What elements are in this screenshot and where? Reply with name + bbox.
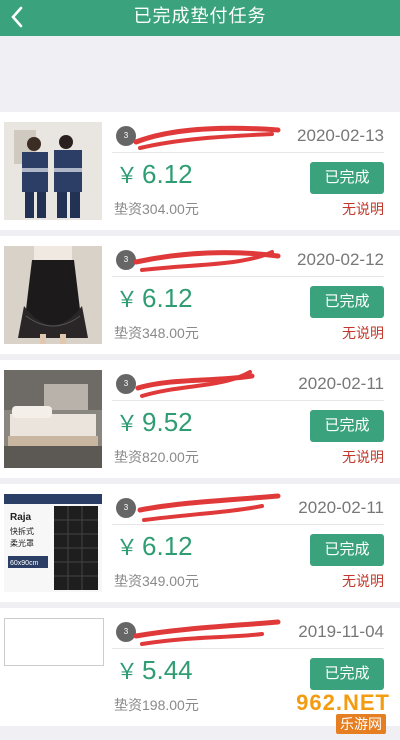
divider xyxy=(112,400,384,401)
status-button[interactable]: 已完成 xyxy=(310,534,384,566)
currency-symbol: ￥ xyxy=(116,163,139,188)
status-button[interactable]: 已完成 xyxy=(310,162,384,194)
status-button[interactable]: 已完成 xyxy=(310,658,384,690)
reward-amount: 6.12 xyxy=(142,283,193,313)
reward-amount: 5.44 xyxy=(142,655,193,685)
task-date: 2020-02-11 xyxy=(298,498,384,517)
advance-amount: 垫资348.00元 xyxy=(114,325,199,341)
thumb-brand: Raja xyxy=(10,512,32,523)
task-note: 无说明 xyxy=(342,325,384,341)
task-card[interactable]: 3 2020-02-11 ￥ 9.52 已完成 垫资820.00元 无说明 xyxy=(0,360,400,478)
advance-amount: 垫资820.00元 xyxy=(114,449,199,465)
task-list: 3 2020-02-13 ￥6.12 已完成 垫资304.00元 无说明 3 xyxy=(0,112,400,732)
thumb-caption: 快拆式 xyxy=(10,526,34,536)
site-watermark: 962.NET 乐游网 xyxy=(262,690,394,736)
redaction-scribble xyxy=(133,619,281,646)
task-reward: ￥ 6.12 xyxy=(116,282,193,314)
product-thumbnail xyxy=(4,122,102,220)
currency-symbol: ￥ xyxy=(116,411,139,436)
task-date: 2020-02-13 xyxy=(297,126,384,145)
divider xyxy=(112,648,384,649)
divider xyxy=(112,524,384,525)
divider xyxy=(112,152,384,153)
product-thumbnail xyxy=(4,370,102,468)
product-thumbnail: Raja 快拆式 柔光罩 60x90cm xyxy=(4,494,102,592)
reward-amount: 6.12 xyxy=(142,159,193,189)
page-title: 已完成垫付任务 xyxy=(133,6,267,26)
status-button[interactable]: 已完成 xyxy=(310,410,384,442)
header-spacer xyxy=(0,36,400,112)
redaction-scribble xyxy=(133,250,281,272)
advance-amount: 垫资198.00元 xyxy=(114,697,199,713)
watermark-number: 962.NET xyxy=(296,690,390,715)
task-reward: ￥ 9.52 xyxy=(116,406,193,438)
redaction-scribble xyxy=(133,125,281,150)
advance-amount: 垫资304.00元 xyxy=(114,201,199,217)
task-note: 无说明 xyxy=(342,449,384,465)
divider xyxy=(112,276,384,277)
task-date: 2020-02-12 xyxy=(297,250,384,269)
currency-symbol: ￥ xyxy=(116,659,139,684)
task-date: 2019-11-04 xyxy=(298,622,384,641)
status-button[interactable]: 已完成 xyxy=(310,286,384,318)
watermark-subtitle: 乐游网 xyxy=(336,714,386,734)
app-header: 已完成垫付任务 xyxy=(0,0,400,36)
currency-symbol: ￥ xyxy=(116,287,139,312)
task-note: 无说明 xyxy=(342,201,384,217)
redaction-scribble xyxy=(135,370,255,398)
task-reward: ￥ 6.12 xyxy=(116,530,193,562)
task-card[interactable]: 3 2020-02-12 ￥ 6.12 已完成 垫资348.00元 无说明 xyxy=(0,236,400,354)
reward-amount: 6.12 xyxy=(142,531,193,561)
task-reward: ￥ 6.12 xyxy=(116,158,193,190)
thumb-caption: 柔光罩 xyxy=(10,538,34,548)
task-card[interactable]: Raja 快拆式 柔光罩 60x90cm 3 2020-02-11 ￥ 6.12 … xyxy=(0,484,400,602)
currency-symbol: ￥ xyxy=(116,535,139,560)
thumb-size: 60x90cm xyxy=(10,560,39,567)
task-card[interactable]: 3 2020-02-13 ￥ 6.12 已完成 垫资304.00元 无说明 xyxy=(0,112,400,230)
task-note: 无说明 xyxy=(342,573,384,589)
broken-image-icon xyxy=(4,618,104,666)
product-thumbnail xyxy=(4,246,102,344)
reward-amount: 9.52 xyxy=(142,407,193,437)
redaction-scribble xyxy=(137,493,281,522)
task-reward: ￥ 5.44 xyxy=(116,654,193,686)
advance-amount: 垫资349.00元 xyxy=(114,573,199,589)
task-date: 2020-02-11 xyxy=(298,374,384,393)
